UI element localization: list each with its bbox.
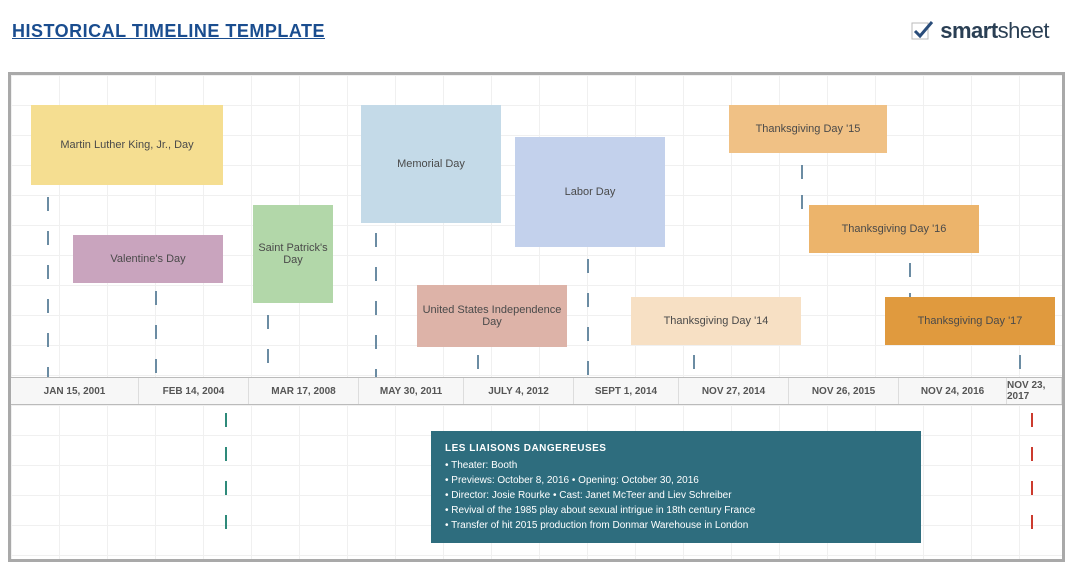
timeline-event[interactable]: Labor Day	[515, 137, 665, 247]
axis-date: JAN 15, 2001	[11, 378, 139, 404]
timeline-event[interactable]: Valentine's Day	[73, 235, 223, 283]
page-title: HISTORICAL TIMELINE TEMPLATE	[12, 21, 325, 42]
note-line: • Transfer of hit 2015 production from D…	[445, 518, 907, 533]
lower-area: LES LIAISONS DANGEREUSES • Theater: Booth…	[11, 405, 1062, 559]
timeline-event[interactable]: Thanksgiving Day '14	[631, 297, 801, 345]
axis-date: MAR 17, 2008	[249, 378, 359, 404]
axis-date: NOV 27, 2014	[679, 378, 789, 404]
connector-tick	[1031, 447, 1033, 461]
info-note: LES LIAISONS DANGEREUSES • Theater: Booth…	[431, 431, 921, 543]
axis-date: JULY 4, 2012	[464, 378, 574, 404]
brand-name: smartsheet	[940, 18, 1049, 44]
note-line: • Director: Josie Rourke • Cast: Janet M…	[445, 488, 907, 503]
connector-tick	[1031, 413, 1033, 427]
axis-date: MAY 30, 2011	[359, 378, 464, 404]
timeline-event[interactable]: Saint Patrick's Day	[253, 205, 333, 303]
axis-date: NOV 23, 2017	[1007, 378, 1062, 404]
note-line: • Previews: October 8, 2016 • Opening: O…	[445, 473, 907, 488]
axis-date: SEPT 1, 2014	[574, 378, 679, 404]
note-title: LES LIAISONS DANGEREUSES	[445, 441, 907, 456]
connector-tick	[225, 481, 227, 495]
header: HISTORICAL TIMELINE TEMPLATE smartsheet	[0, 0, 1073, 44]
connector-tick	[225, 515, 227, 529]
timeline-event[interactable]: Thanksgiving Day '17	[885, 297, 1055, 345]
timeline-event[interactable]: Martin Luther King, Jr., Day	[31, 105, 223, 185]
timeline-event[interactable]: Thanksgiving Day '15	[729, 105, 887, 153]
connector-tick	[225, 413, 227, 427]
connector-tick	[1031, 481, 1033, 495]
axis-date: FEB 14, 2004	[139, 378, 249, 404]
date-axis: JAN 15, 2001FEB 14, 2004MAR 17, 2008MAY …	[11, 377, 1062, 405]
note-line: • Revival of the 1985 play about sexual …	[445, 503, 907, 518]
axis-date: NOV 24, 2016	[899, 378, 1007, 404]
timeline-chart: Martin Luther King, Jr., Day Valentine's …	[8, 72, 1065, 562]
checkmark-icon	[910, 19, 934, 43]
timeline-event[interactable]: Thanksgiving Day '16	[809, 205, 979, 253]
events-layer: Martin Luther King, Jr., Day Valentine's …	[11, 87, 1062, 377]
note-line: • Theater: Booth	[445, 458, 907, 473]
brand-logo: smartsheet	[910, 18, 1049, 44]
timeline-event[interactable]: Memorial Day	[361, 105, 501, 223]
connector-tick	[225, 447, 227, 461]
axis-date: NOV 26, 2015	[789, 378, 899, 404]
connector-tick	[1031, 515, 1033, 529]
timeline-event[interactable]: United States Independence Day	[417, 285, 567, 347]
